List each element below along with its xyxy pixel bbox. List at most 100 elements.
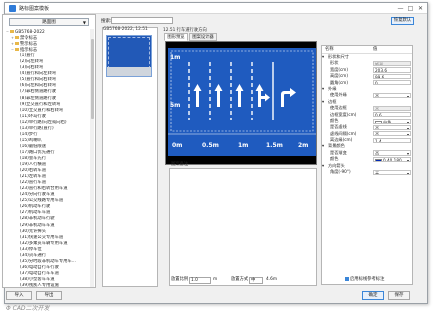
tree-item-label: (9)立交直行和左转弯 [20, 101, 61, 107]
category-dropdown-value: 路面图 [42, 20, 56, 25]
title-bar: 路标图案模板 — □ ✕ [5, 3, 427, 14]
folder-icon [15, 48, 19, 52]
tree-item-label: (16)最低限速 [20, 143, 47, 149]
ok-button[interactable]: 确定 [362, 291, 384, 300]
tree-item-label: (28)非机动车行驶 [20, 216, 55, 222]
tree-item-label: (21)左转车道 [20, 174, 47, 180]
color-swatch [375, 158, 382, 161]
property-value[interactable]: 白色 [373, 118, 411, 124]
property-value-header: 值 [373, 47, 378, 52]
property-value[interactable]: 否 [373, 150, 411, 156]
scale-select[interactable]: 1.0 [189, 277, 211, 284]
tree-scrollbar[interactable] [90, 29, 94, 287]
property-name: 角度(-90°) [330, 169, 351, 175]
remark-textarea[interactable] [169, 168, 317, 286]
tree-item-label: (35)分时段非机动车专用车... [20, 258, 76, 264]
tree-item-label: (26)机动车行驶 [20, 204, 51, 210]
reset-default-button[interactable]: 恢复默认 [391, 17, 414, 25]
property-value-text: 否 [375, 132, 380, 137]
property-value[interactable]: 否 [373, 131, 411, 137]
size-readout: 4.6m [266, 277, 278, 282]
property-value-text: 203.6 [375, 68, 387, 73]
thumbnail-caption: GB5768-2022, 12.51 [103, 27, 148, 32]
ruler-x-label: 1.5m [266, 142, 283, 149]
tree-item-label: (6)向左和向右转弯 [20, 83, 57, 89]
property-value[interactable]: 0.6 [373, 112, 411, 118]
property-value[interactable]: 0 [373, 80, 411, 86]
tab-preview[interactable]: 图形预览 [164, 33, 188, 41]
color-swatch [375, 120, 382, 123]
reference-checkbox[interactable]: 启用标线参考标注 [345, 276, 384, 284]
property-value[interactable]: 否 [373, 124, 411, 131]
property-value-text: 0,40,180 [383, 157, 402, 163]
tree-item-label: (30)允许掉头 [20, 228, 47, 234]
category-dropdown[interactable]: 路面图 ▼ [9, 18, 89, 26]
collapse-icon[interactable]: ▾ [322, 163, 324, 168]
minimize-button[interactable]: — [396, 4, 405, 13]
thumbnail-footer [107, 67, 151, 76]
property-value[interactable]: 0,40,180 [373, 156, 411, 163]
tree-item-label: (5)直行和向右转弯 [20, 77, 57, 83]
ruler-x-label: 0.5m [202, 142, 219, 149]
search-input[interactable] [111, 17, 173, 24]
lane-direction-sign [168, 48, 316, 156]
tree-item-label: (7)靠右侧道路行驶 [20, 89, 57, 95]
window-title: 路标图案模板 [19, 6, 50, 12]
collapse-icon[interactable]: ▾ [322, 99, 324, 104]
tree-item[interactable]: (39)残疾人专用设施 [5, 283, 91, 287]
collapse-icon[interactable]: ▾ [322, 86, 324, 91]
property-value: 否 [373, 105, 411, 111]
chevron-down-icon: ▼ [82, 20, 86, 25]
maximize-button[interactable]: □ [406, 4, 415, 13]
remark-label: 图案备注 [171, 162, 189, 167]
folder-icon [15, 42, 19, 46]
tab-designer[interactable]: 图案设计器 [189, 33, 217, 41]
tree-item-label: (33)停车位 [20, 246, 42, 252]
apply-button[interactable]: 保存 [388, 291, 410, 300]
tree-item-label: (23)直行和右转合用车道 [20, 186, 68, 192]
import-button[interactable]: 导入 [6, 291, 32, 300]
property-value-text: 否 [375, 125, 380, 131]
tree-item-label: (34)货车通行 [20, 252, 47, 258]
property-grid-header: 名称 值 [322, 46, 412, 54]
folder-icon [15, 36, 19, 40]
collapse-icon[interactable]: ▾ [322, 54, 324, 59]
tree-item-label: (8)靠左侧道路行驶 [20, 95, 57, 101]
property-value-text: 否 [375, 93, 380, 99]
property-name-header: 名称 [325, 47, 334, 52]
tree-item-label: (19)人行横道 [20, 162, 47, 168]
tree-item-label: (18)会车先行 [20, 155, 47, 161]
template-tree[interactable]: − GB5768-2022 + 禁令标志 + 警示标志 − 指示标志 (1)直行 (2)向左转弯(… [5, 29, 91, 287]
property-value-text: 0.6 [375, 113, 382, 118]
tree-item-label: (25)公交线路专用车道 [20, 198, 64, 204]
tree-item-label: (31)快速公交专用车道 [20, 234, 64, 240]
tree-item-label: (20)右转车道 [20, 168, 47, 174]
tree-item-label: (15)鸣喇叭 [20, 137, 42, 143]
placement-select[interactable]: 中 [249, 277, 263, 284]
tree-item-label: (29)非机动车车道 [20, 222, 55, 228]
tree-item-label: (1)直行 [20, 53, 35, 59]
preview-canvas[interactable]: 1m 5m 0m 0.5m 1m 1.5m 2m [165, 41, 317, 165]
app-icon [9, 5, 16, 12]
close-button[interactable]: ✕ [416, 4, 425, 13]
export-button[interactable]: 导出 [36, 291, 62, 300]
property-value-text: 0 [375, 81, 378, 86]
property-value[interactable]: 99.6 [373, 73, 411, 79]
property-value[interactable]: 203.6 [373, 67, 411, 73]
tree-item-label: (10)立交直行和右转弯 [20, 107, 64, 113]
property-value-text: 否 [375, 151, 380, 156]
tree-item-label: (22)直行车道 [20, 180, 47, 186]
tree-item-label: (2)向左转弯 [20, 59, 44, 65]
property-value[interactable]: 1.4 [373, 137, 411, 143]
thumbnail-selection-frame [108, 37, 150, 69]
ruler-y-label: 5m [170, 102, 181, 109]
property-value[interactable]: 无 [373, 169, 411, 175]
tree-item-label: (38)小型客车车道 [20, 276, 55, 282]
sign-background [168, 48, 316, 156]
placement-label: 放置方式 [231, 277, 249, 282]
collapse-icon[interactable]: ▾ [322, 143, 324, 148]
search-label: 搜索: [101, 19, 112, 24]
scrollbar-thumb[interactable] [90, 39, 94, 119]
sign-thumbnail[interactable] [106, 35, 152, 77]
property-value[interactable]: 否 [373, 92, 411, 99]
